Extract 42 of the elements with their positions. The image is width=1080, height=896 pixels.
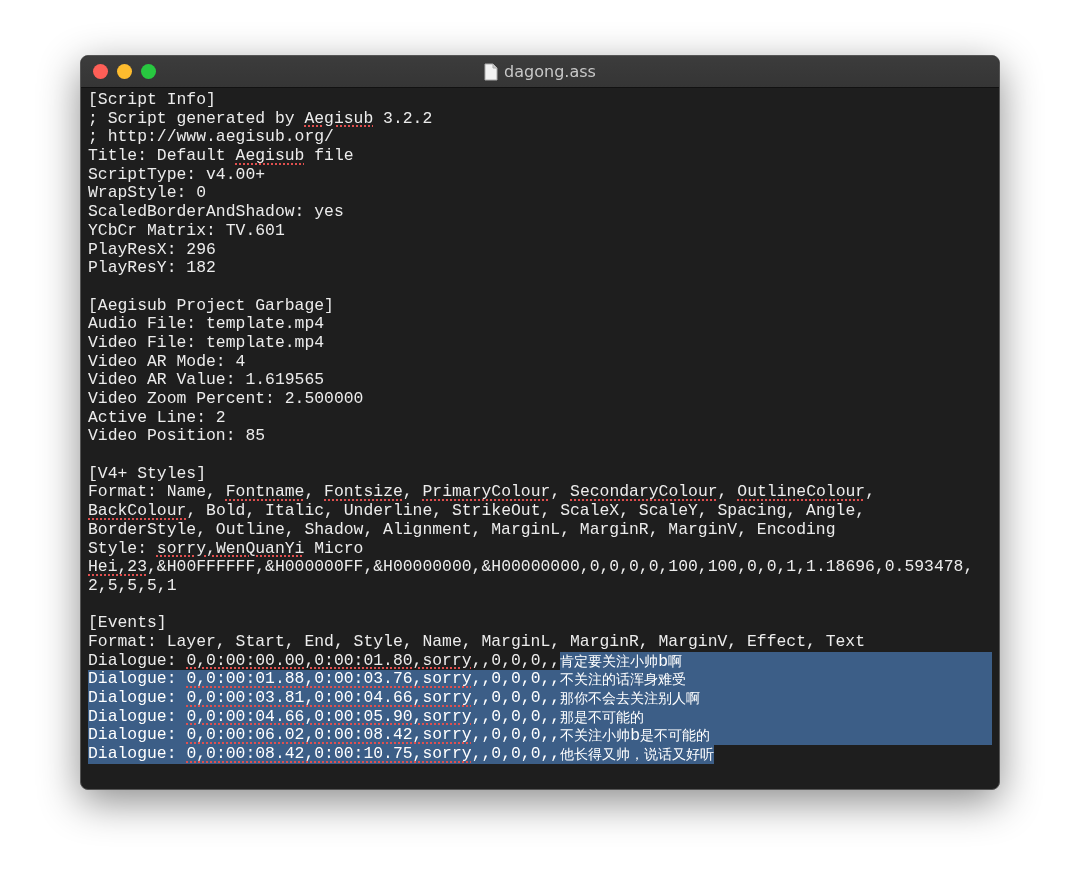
code-line: [Events] [88,614,167,633]
selected-text: Dialogue: 0,0:00:06.02,0:00:08.42,sorry,,0,0,0,, [88,726,561,746]
code-line: 2,5,5,5,1 [88,576,177,596]
code-line: ScriptType: v4.00+ [88,165,266,185]
code-line: Video Zoom Percent: 2.500000 [88,390,364,409]
code-line: Video Position: 85 [88,427,266,447]
code-line: ; http://www.aegisub.org/ [88,128,334,148]
code-line: Dialogue: 0,0:00:00.00,0:00:01.80,sorry,,0,0,0,, [88,651,561,671]
selected-text: Dialogue: 0,0:00:01.88,0:00:03.76,sorry,,0,0,0,, [88,670,561,689]
code-line: BorderStyle, Outline, Shadow, Alignment, MarginL, MarginR, MarginV, Encoding [88,520,836,540]
selected-text: 不关注小帅b是不可能的 [560,726,710,746]
code-line: Video AR Value: 1.619565 [88,371,325,390]
selected-text: 肯定要关注小帅b啊 [560,651,682,671]
code-line: Video File: template.mp4 [88,333,325,353]
zoom-button[interactable] [141,64,156,79]
selected-text: 不关注的话浑身难受 [560,670,687,689]
document-icon [484,62,499,81]
selected-text: 他长得又帅，说话又好听 [560,745,715,764]
code-line: WrapStyle: 0 [88,184,207,204]
code-line: BackColour, Bold, Italic, Underline, StrikeOut, ScaleX, ScaleY, Spacing, Angle, [88,502,866,521]
code-line: [Script Info] [88,91,216,110]
code-line: Format: Layer, Start, End, Style, Name, MarginL, MarginR, MarginV, Effect, Text [88,632,866,652]
code-line: [V4+ Styles] [88,464,207,484]
code-line: PlayResY: 182 [88,259,216,278]
code-line: PlayResX: 296 [88,240,216,260]
window-title: dagong.ass [504,60,596,83]
code-line: Audio File: template.mp4 [88,315,325,334]
code-line: Hei,23,&H00FFFFFF,&H000000FF,&H00000000,&H00000000,0,0,0,0,100,100,0,0,1,1.18696,0.593478, [88,558,974,577]
code-line: [Aegisub Project Garbage] [88,296,334,316]
close-button[interactable] [93,64,108,79]
code-line: Style: sorry,WenQuanYi Micro [88,539,364,559]
code-line: Video AR Mode: 4 [88,352,246,372]
code-line: Title: Default Aegisub file [88,147,354,166]
code-line: Active Line: 2 [88,408,226,428]
selected-text: 那你不会去关注别人啊 [560,689,701,708]
selected-text: Dialogue: 0,0:00:08.42,0:00:10.75,sorry,,0,0,0,, [88,745,561,764]
code-line: ; Script generated by Aegisub 3.2.2 [88,109,433,129]
code-line: Format: Name, Fontname, Fontsize, PrimaryColour, SecondaryColour, OutlineColour, [88,483,875,503]
selected-text: Dialogue: 0,0:00:03.81,0:00:04.66,sorry,,0,0,0,, [88,689,561,708]
minimize-button[interactable] [117,64,132,79]
code-line: ScaledBorderAndShadow: yes [88,203,344,222]
code-line: YCbCr Matrix: TV.601 [88,221,285,241]
